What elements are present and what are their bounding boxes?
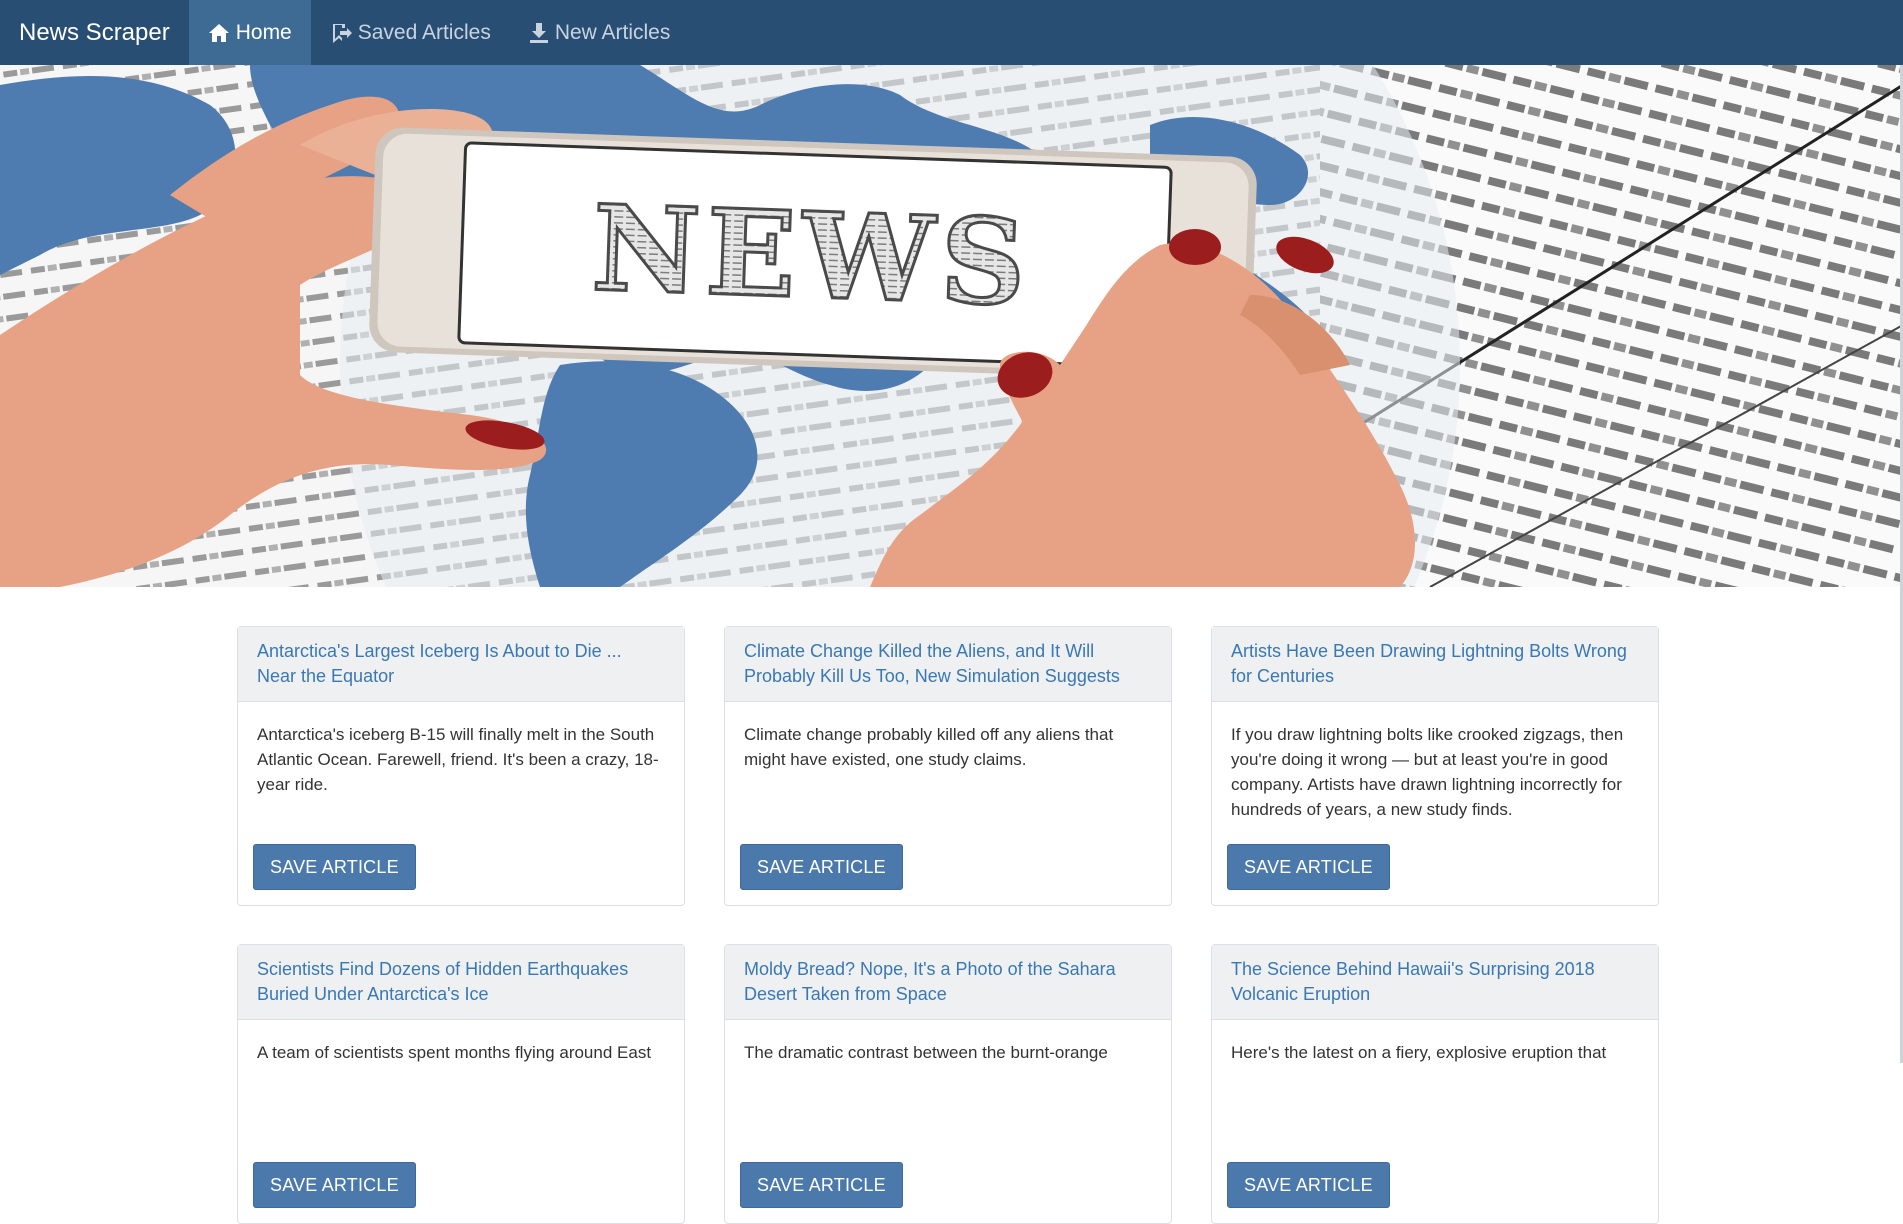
article-title-link[interactable]: Climate Change Killed the Aliens, and It… (725, 627, 1171, 702)
nav-home-label: Home (235, 20, 292, 44)
article-summary: Climate change probably killed off any a… (744, 725, 1114, 769)
article-card: Moldy Bread? Nope, It's a Photo of the S… (724, 944, 1172, 1224)
article-title-link[interactable]: The Science Behind Hawaii's Surprising 2… (1212, 945, 1658, 1020)
save-article-button[interactable]: SAVE ARTICLE (740, 1162, 903, 1208)
hero-illustration: NEWS (0, 65, 1903, 587)
save-article-button[interactable]: SAVE ARTICLE (253, 844, 416, 890)
article-card: The Science Behind Hawaii's Surprising 2… (1211, 944, 1659, 1224)
home-icon (208, 23, 229, 42)
save-article-button[interactable]: SAVE ARTICLE (1227, 1162, 1390, 1208)
article-summary: A team of scientists spent months flying… (257, 1043, 652, 1062)
nav-home[interactable]: Home (188, 0, 311, 65)
top-navbar: News Scraper Home Saved Articles New Art… (0, 0, 1903, 65)
article-title-link[interactable]: Scientists Find Dozens of Hidden Earthqu… (238, 945, 684, 1020)
save-article-button[interactable]: SAVE ARTICLE (253, 1162, 416, 1208)
article-summary: Here's the latest on a fiery, explosive … (1231, 1043, 1607, 1062)
download-icon (529, 22, 548, 43)
save-article-button[interactable]: SAVE ARTICLE (1227, 844, 1390, 890)
bookmark-icon (332, 23, 352, 43)
article-card: Scientists Find Dozens of Hidden Earthqu… (237, 944, 685, 1224)
hero-banner-image: NEWS (0, 65, 1903, 587)
article-card: Climate Change Killed the Aliens, and It… (724, 626, 1172, 906)
nav-saved-articles[interactable]: Saved Articles (311, 0, 510, 65)
hero-news-text: NEWS (590, 178, 1034, 332)
save-article-button[interactable]: SAVE ARTICLE (740, 844, 903, 890)
nav-new-label: New Articles (554, 20, 671, 44)
article-summary: The dramatic contrast between the burnt-… (744, 1043, 1108, 1062)
nav-saved-label: Saved Articles (357, 20, 491, 44)
nav-new-articles[interactable]: New Articles (510, 0, 690, 65)
article-title-link[interactable]: Moldy Bread? Nope, It's a Photo of the S… (725, 945, 1171, 1020)
brand-title[interactable]: News Scraper (0, 0, 189, 65)
article-title-link[interactable]: Artists Have Been Drawing Lightning Bolt… (1212, 627, 1658, 702)
article-card: Antarctica's Largest Iceberg Is About to… (237, 626, 685, 906)
article-title-link[interactable]: Antarctica's Largest Iceberg Is About to… (238, 627, 684, 702)
article-summary: If you draw lightning bolts like crooked… (1231, 725, 1624, 819)
article-card: Artists Have Been Drawing Lightning Bolt… (1211, 626, 1659, 906)
article-summary: Antarctica's iceberg B-15 will finally m… (257, 725, 659, 794)
